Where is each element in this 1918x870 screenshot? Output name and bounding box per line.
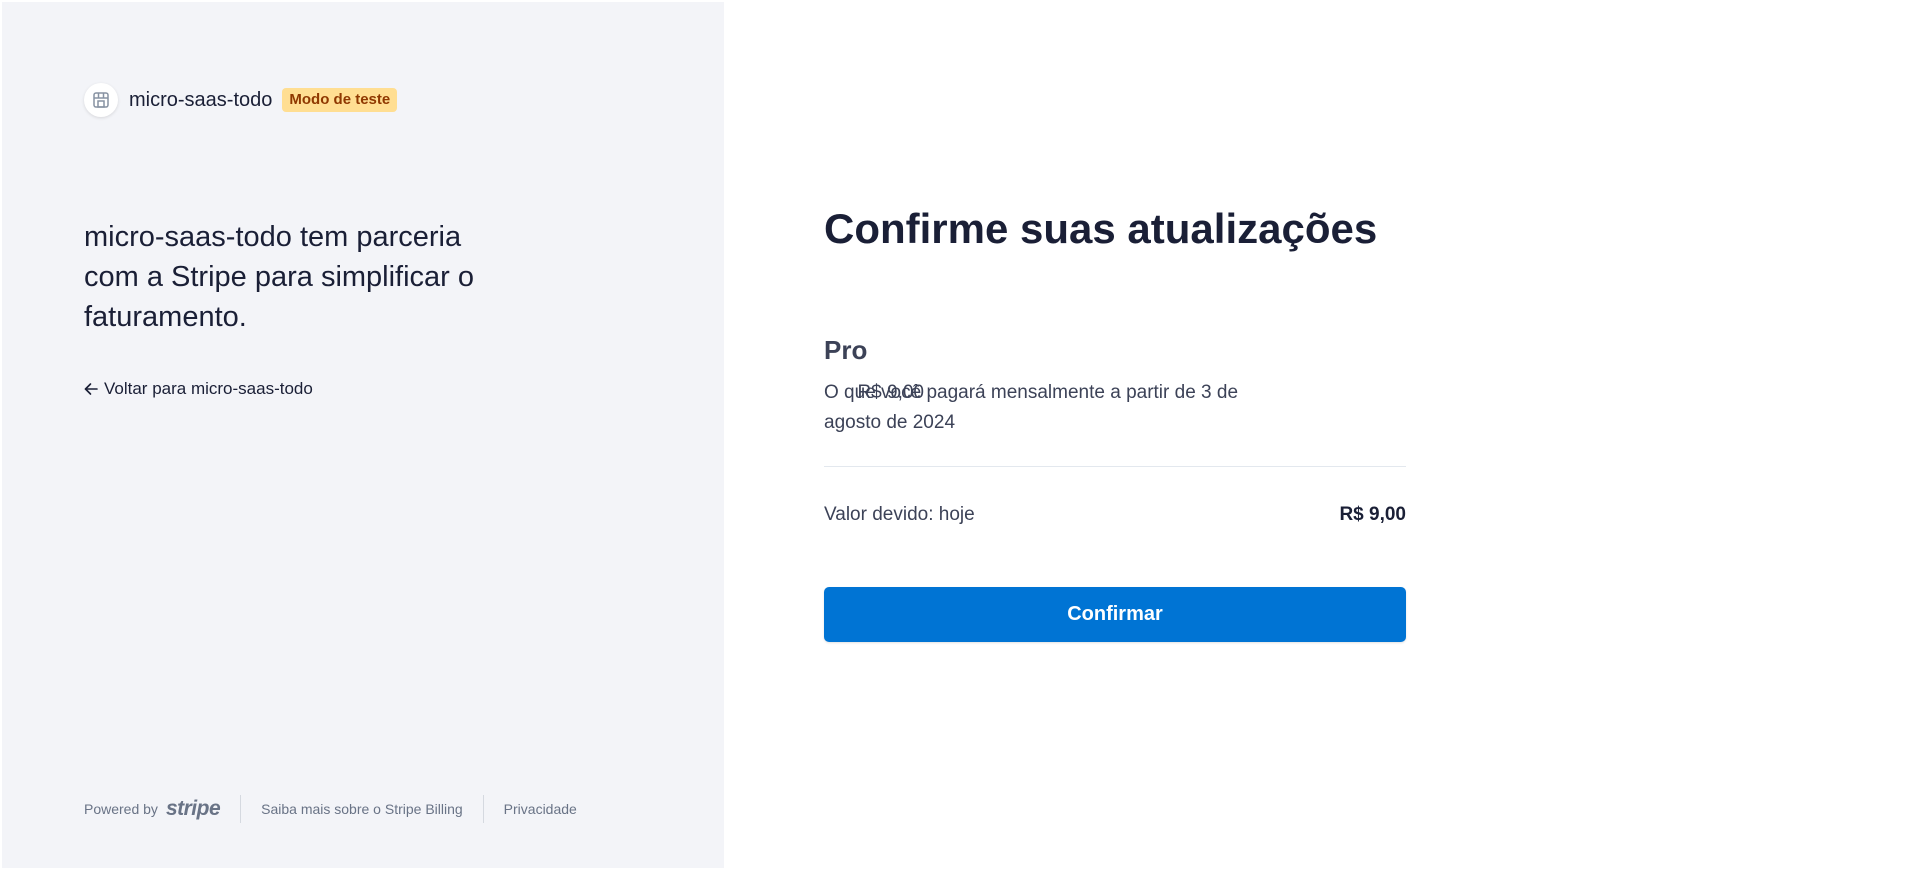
footer-divider (482, 795, 484, 823)
stripe-logo: stripe (165, 797, 221, 820)
arrow-left-icon (84, 382, 98, 396)
privacy-link[interactable]: Privacidade (504, 801, 577, 817)
storefront-icon (84, 83, 118, 117)
amount-due-value: R$ 9,00 (1339, 504, 1406, 525)
partnership-tagline: micro-saas-todo tem parceria com a Strip… (84, 221, 475, 333)
page-title: Confirme suas atualizações (824, 205, 1378, 252)
confirm-button[interactable]: Confirmar (824, 587, 1406, 642)
footer-divider (240, 795, 242, 823)
brand-header: micro-saas-todo Modo de teste (84, 82, 398, 118)
plan-name: Pro (824, 335, 868, 365)
footer: Powered by stripe Saiba mais sobre o Str… (84, 794, 577, 824)
divider (824, 466, 1406, 467)
learn-more-link[interactable]: Saiba mais sobre o Stripe Billing (261, 801, 463, 817)
brand-name: micro-saas-todo (129, 88, 273, 111)
powered-by-stripe[interactable]: Powered by stripe (84, 797, 221, 821)
back-link-label: Voltar para micro-saas-todo (104, 379, 313, 398)
merchant-panel: micro-saas-todo Modo de teste micro-saas… (2, 2, 724, 868)
test-mode-badge: Modo de teste (282, 88, 398, 112)
powered-by-text: Powered by (84, 801, 158, 817)
plan-price: R$ 9,00 (857, 382, 924, 403)
amount-due-label: Valor devido: hoje (824, 504, 975, 525)
back-to-merchant-link[interactable]: Voltar para micro-saas-todo (84, 379, 313, 399)
confirmation-panel: Confirme suas atualizações Pro O que voc… (724, 0, 1918, 870)
checkout-page: micro-saas-todo Modo de teste micro-saas… (0, 0, 1918, 870)
